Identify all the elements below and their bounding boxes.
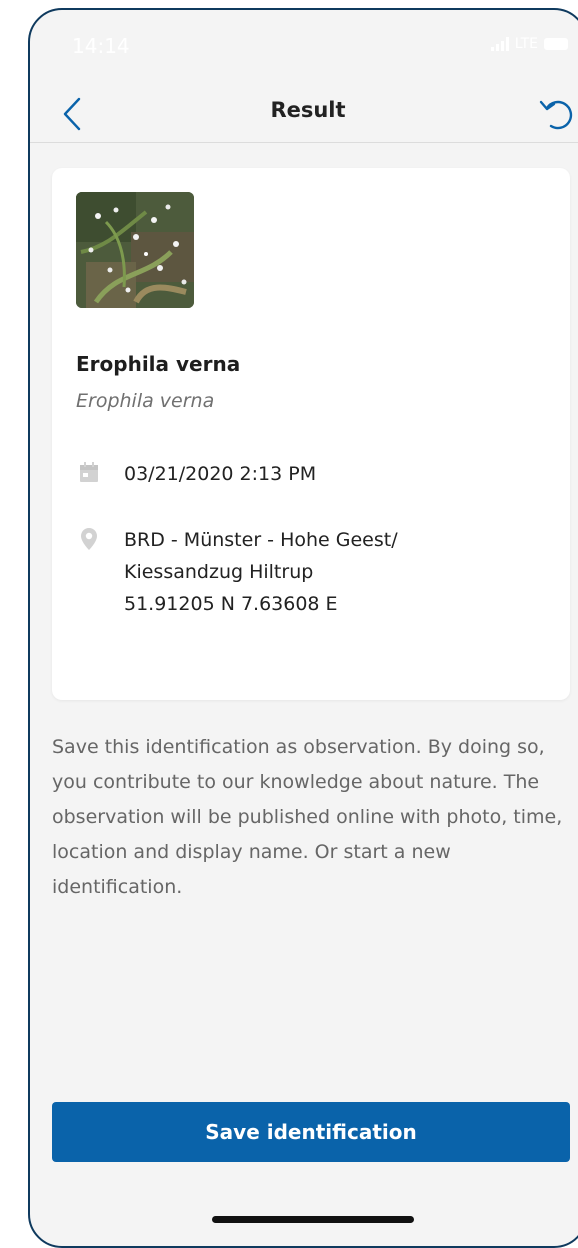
observation-datetime: 03/21/2020 2:13 PM [124,463,317,485]
battery-icon [544,38,568,50]
phone-screen: 14:14 LTE Result Erophila verna Erophila… [28,8,578,1248]
page-title: Result [270,98,346,122]
save-explanation-text: Save this identification as observation.… [52,736,563,898]
location-line: BRD - Münster - Hohe Geest/ [124,529,398,551]
status-indicators: LTE [490,36,568,52]
navigation-bar: Result [30,80,578,143]
network-label: LTE [514,36,538,52]
species-common-name: Erophila verna [76,352,241,376]
species-scientific-name: Erophila verna [76,390,215,412]
status-bar: 14:14 LTE [30,10,578,80]
signal-icon [490,37,509,51]
save-identification-button[interactable]: Save identification [52,1102,570,1162]
location-line: Kiessandzug Hiltrup [124,561,314,583]
plant-photo [76,192,194,308]
restart-button[interactable] [536,92,578,136]
observation-date-row: 03/21/2020 2:13 PM [76,458,316,490]
calendar-icon [76,458,102,483]
undo-icon [539,100,573,130]
location-coordinates: 51.91205 N 7.63608 E [124,593,338,615]
home-indicator[interactable] [212,1216,414,1223]
observation-location-row: BRD - Münster - Hohe Geest/ Kiessandzug … [76,524,398,620]
status-time: 14:14 [72,34,130,58]
result-card: Erophila verna Erophila verna 03/21/2020… [52,168,570,700]
observation-location: BRD - Münster - Hohe Geest/ Kiessandzug … [124,524,398,620]
location-pin-icon [76,524,102,551]
observation-photo[interactable] [76,192,194,308]
